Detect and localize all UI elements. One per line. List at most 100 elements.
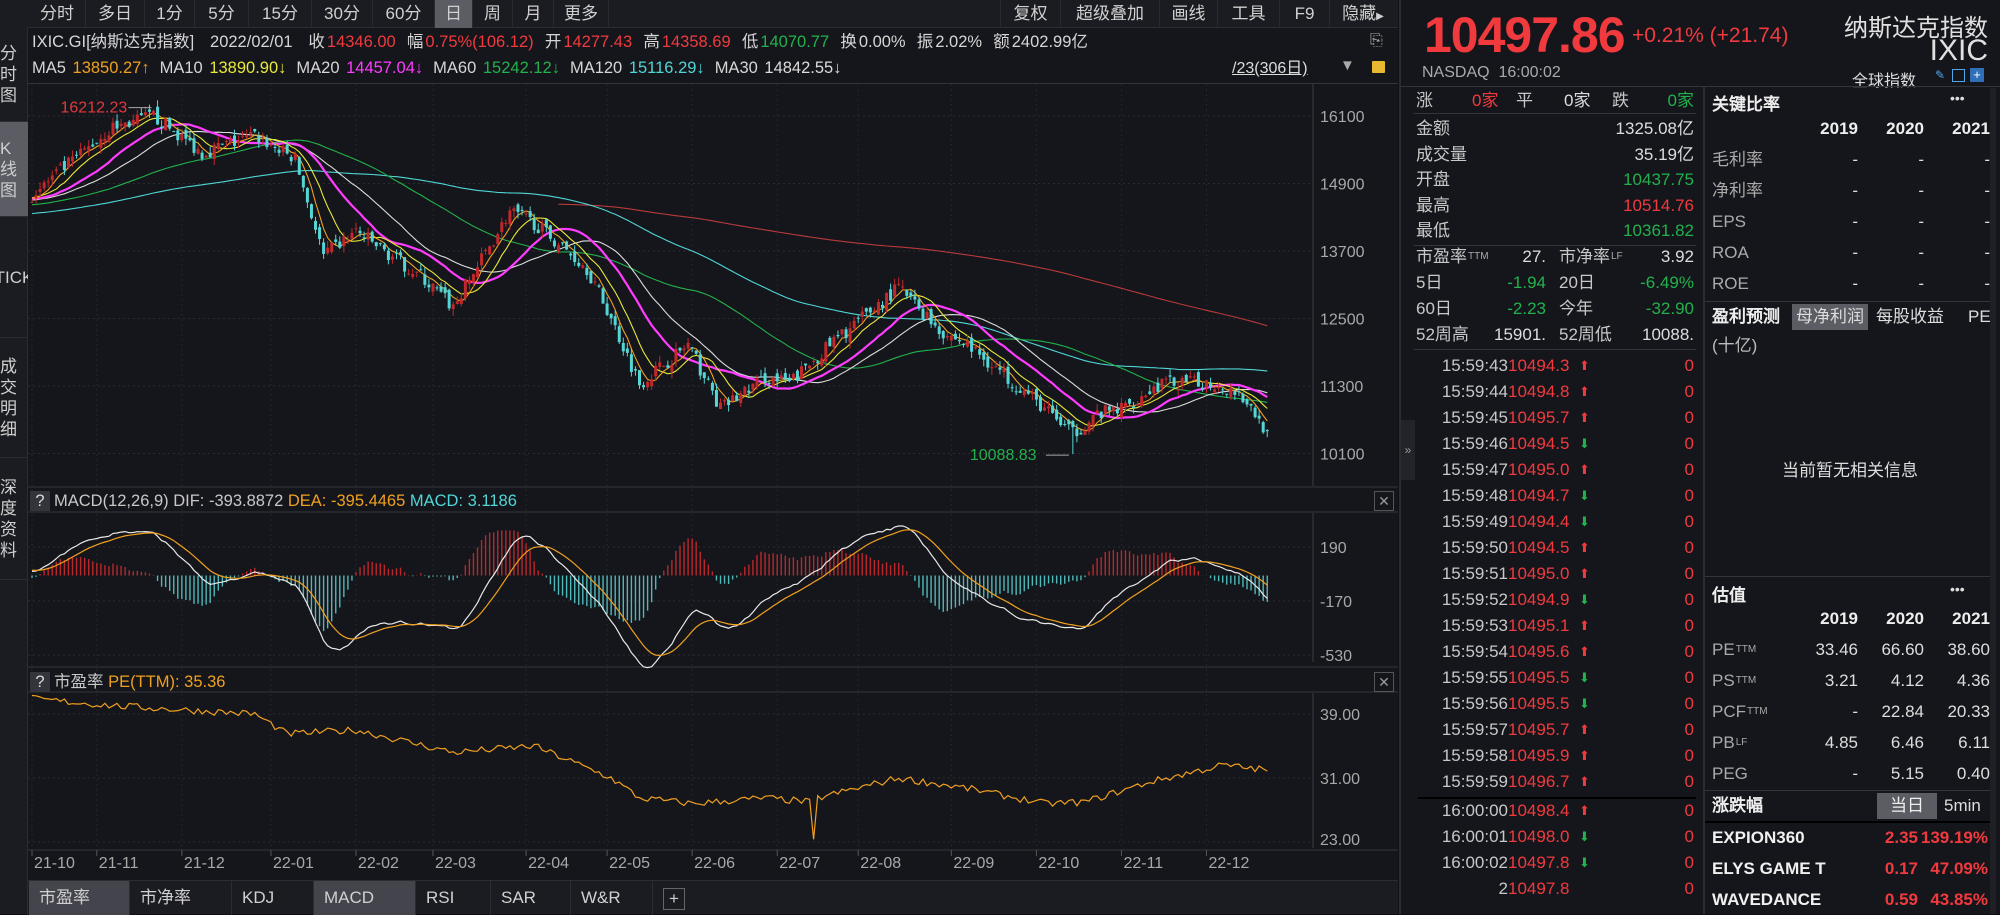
- more-icon[interactable]: •••: [1950, 90, 1965, 106]
- tab-wr[interactable]: W&R: [571, 881, 653, 915]
- cell-value: -: [1918, 274, 1924, 293]
- arrow-down-icon: ⬇: [1579, 488, 1590, 503]
- price-tick-label: 16100: [1320, 109, 1365, 126]
- candle: [1164, 378, 1168, 380]
- help-icon[interactable]: ?: [30, 672, 50, 692]
- candle: [642, 385, 646, 388]
- tab-eps[interactable]: 每股收益: [1876, 304, 1944, 330]
- candle: [840, 329, 844, 335]
- tab-pe[interactable]: PE: [1968, 304, 1991, 330]
- tab-kline[interactable]: K线图: [0, 122, 28, 217]
- row-name: PEG: [1712, 764, 1748, 783]
- candle: [751, 383, 755, 390]
- candle: [439, 286, 443, 292]
- mover-pct: 139.19%: [1920, 828, 1988, 847]
- arrow-up-icon: ⬆: [1579, 358, 1590, 373]
- tab-net-profit[interactable]: 母净利润: [1792, 304, 1868, 330]
- candle: [1225, 393, 1229, 395]
- candle: [127, 121, 131, 127]
- candle: [1265, 430, 1269, 432]
- tick-row: 15:59:46 10494.5 ⬇ 0: [1416, 431, 1694, 457]
- tab-5min[interactable]: 5min: [1944, 793, 1981, 819]
- table-row: EPS - - -: [1712, 207, 1990, 237]
- mover-row[interactable]: EXPION360 2.35 139.19%: [1712, 823, 1988, 853]
- tab-rsi[interactable]: RSI: [416, 881, 491, 915]
- candle: [399, 252, 403, 256]
- candle: [237, 140, 241, 143]
- candle: [581, 265, 585, 268]
- candle: [427, 284, 431, 288]
- tab-pb[interactable]: 市净率: [130, 881, 232, 915]
- help-icon[interactable]: ?: [30, 491, 50, 511]
- ratio-label: 20日: [1559, 270, 1595, 296]
- forecast-unit: (十亿): [1712, 336, 1758, 355]
- candle: [1014, 391, 1018, 393]
- candle: [488, 246, 492, 255]
- candle: [1002, 368, 1006, 373]
- mover-row[interactable]: ELYS GAME T 0.17 47.09%: [1712, 854, 1988, 884]
- candle: [423, 274, 427, 285]
- candle: [1067, 420, 1071, 425]
- mover-pct: 43.85%: [1930, 890, 1988, 909]
- candle: [719, 402, 722, 409]
- mover-row[interactable]: WAVEDANCE 0.59 43.85%: [1712, 885, 1988, 915]
- close-pe-icon[interactable]: ✕: [1374, 672, 1394, 692]
- arrow-up-icon: ⬆: [1579, 384, 1590, 399]
- candle: [374, 242, 378, 247]
- candle: [99, 138, 103, 148]
- stat-row: 最高 10514.76: [1416, 193, 1694, 219]
- candle: [435, 287, 439, 289]
- candle: [87, 146, 91, 151]
- candle: [249, 131, 253, 134]
- candle: [682, 348, 686, 351]
- candle: [1196, 372, 1200, 387]
- tab-sar[interactable]: SAR: [491, 881, 571, 915]
- tick-price: 10495.7: [1508, 720, 1570, 739]
- candle: [540, 223, 544, 232]
- tab-depth-data[interactable]: 深度资料: [0, 458, 28, 580]
- candle: [771, 377, 775, 387]
- year-label: 2020: [1886, 609, 1924, 628]
- candle: [419, 269, 423, 271]
- tab-tick[interactable]: TICK: [0, 217, 33, 338]
- table-row: PCFTTM - 22.84 20.33: [1712, 697, 1990, 727]
- tick-time: 15:59:51: [1441, 564, 1508, 583]
- candle: [204, 155, 208, 158]
- tab-pe[interactable]: 市盈率: [29, 881, 130, 915]
- tick-row: 15:59:48 10494.7 ⬇ 0: [1416, 483, 1694, 509]
- pe-tick-label: 23.00: [1320, 832, 1360, 849]
- more-icon[interactable]: •••: [1950, 581, 1965, 597]
- candle: [1128, 398, 1132, 404]
- add-indicator-button[interactable]: +: [663, 888, 685, 910]
- candle: [528, 211, 532, 218]
- tab-today[interactable]: 当日: [1877, 793, 1937, 819]
- month-label: 21-12: [184, 855, 225, 872]
- scrollbar[interactable]: [1990, 88, 1996, 914]
- tab-kdj[interactable]: KDJ: [232, 881, 314, 915]
- chart-canvas[interactable]: 16100 14900 13700 12500 11300 10100 190 -170 -53…: [28, 0, 1400, 880]
- row-name: PS: [1712, 671, 1735, 690]
- candle: [261, 138, 265, 140]
- cell-value: -: [1984, 212, 1990, 231]
- tick-time: 15:59:55: [1441, 668, 1508, 687]
- expand-chevron-icon[interactable]: »: [1401, 420, 1415, 480]
- cell-value: 0.40: [1956, 764, 1990, 783]
- candle: [1124, 402, 1127, 408]
- window-icon[interactable]: [1952, 69, 1965, 82]
- forecast-title: 盈利预测: [1712, 307, 1780, 326]
- candle: [775, 373, 779, 382]
- edit-icon[interactable]: ✎: [1935, 69, 1947, 81]
- tab-intraday[interactable]: 分时图: [0, 28, 28, 122]
- candle: [1217, 387, 1221, 389]
- close-macd-icon[interactable]: ✕: [1374, 491, 1394, 511]
- candle: [1087, 422, 1091, 432]
- ratio-label: 市盈率TTM: [1416, 244, 1489, 270]
- add-icon[interactable]: +: [1970, 68, 1984, 82]
- tab-trade-details[interactable]: 成交明细: [0, 338, 28, 458]
- tick-row: 15:59:54 10495.6 ⬆ 0: [1416, 639, 1694, 665]
- candle: [277, 149, 281, 153]
- candle: [779, 375, 783, 379]
- tab-macd[interactable]: MACD: [314, 881, 416, 915]
- candle: [1213, 389, 1217, 392]
- candle: [160, 126, 164, 129]
